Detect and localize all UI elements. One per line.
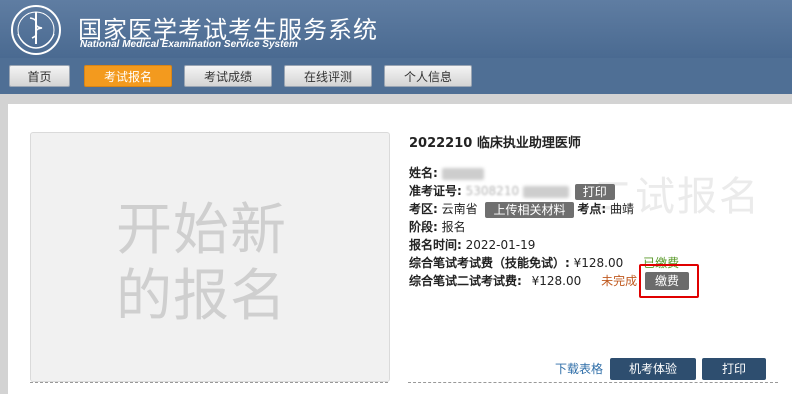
fee1-label: 综合笔试考试费（技能免试）: [409,256,570,270]
registration-panel: 开始新的报名 二试报名 2022210 临床执业助理医师 姓名: 准考证号: 5… [8,104,792,394]
exam-title: 2022210 临床执业助理医师 [409,136,581,151]
admission-label: 准考证号: [409,184,462,198]
stage-label: 阶段: [409,220,438,234]
site-subtitle: National Medical Examination Service Sys… [80,39,298,50]
computer-exam-trial-button[interactable]: 机考体验 [610,358,696,380]
admission-redacted [522,185,569,198]
exam-emblem-icon [11,5,61,55]
admission-row: 准考证号: 5308210 打印 [409,182,615,200]
region-label: 考区: [409,202,438,216]
reg-time-value: 2022-01-19 [465,238,536,252]
tab-exam-registration[interactable]: 考试报名 [84,65,172,87]
stage-value: 报名 [441,220,466,234]
tab-exam-scores[interactable]: 考试成绩 [184,65,272,87]
fee2-label: 综合笔试二试考试费: [409,274,522,288]
download-form-link[interactable]: 下载表格 [555,360,603,377]
new-registration-text: 开始新的报名 [116,198,287,329]
main-nav: 首页 考试报名 考试成绩 在线评测 个人信息 [0,58,792,94]
site-value: 曲靖 [609,202,634,216]
divider [408,382,778,383]
upload-materials-button[interactable]: 上传相关材料 [485,201,574,218]
region-row: 考区: 云南省 上传相关材料 考点: 曲靖 [409,200,634,218]
site-label: 考点: [577,202,607,216]
divider [30,382,388,383]
print-button[interactable]: 打印 [702,358,766,380]
name-label: 姓名: [409,166,438,180]
tab-personal-info[interactable]: 个人信息 [384,65,472,87]
fee2-amount: ¥128.00 [531,274,582,288]
stage-row: 阶段: 报名 [409,218,466,235]
fee1-amount: ¥128.00 [573,256,624,270]
reg-time-row: 报名时间: 2022-01-19 [409,236,535,253]
fee2-row: 综合笔试二试考试费: ¥128.00 未完成 [409,272,637,289]
fee2-status: 未完成 [601,274,638,288]
site-header: 国家医学考试考生服务系统 National Medical Examinatio… [0,0,792,58]
tab-online-assessment[interactable]: 在线评测 [284,65,372,87]
admission-number: 5308210 [465,184,520,198]
region-value: 云南省 [441,202,478,216]
name-row: 姓名: [409,164,484,181]
new-registration-card[interactable]: 开始新的报名 [30,132,390,382]
tab-home[interactable]: 首页 [9,65,70,87]
pay-button[interactable]: 缴费 [645,272,689,290]
reg-time-label: 报名时间: [409,238,462,252]
admission-print-button[interactable]: 打印 [574,183,615,200]
name-redacted [441,167,484,180]
